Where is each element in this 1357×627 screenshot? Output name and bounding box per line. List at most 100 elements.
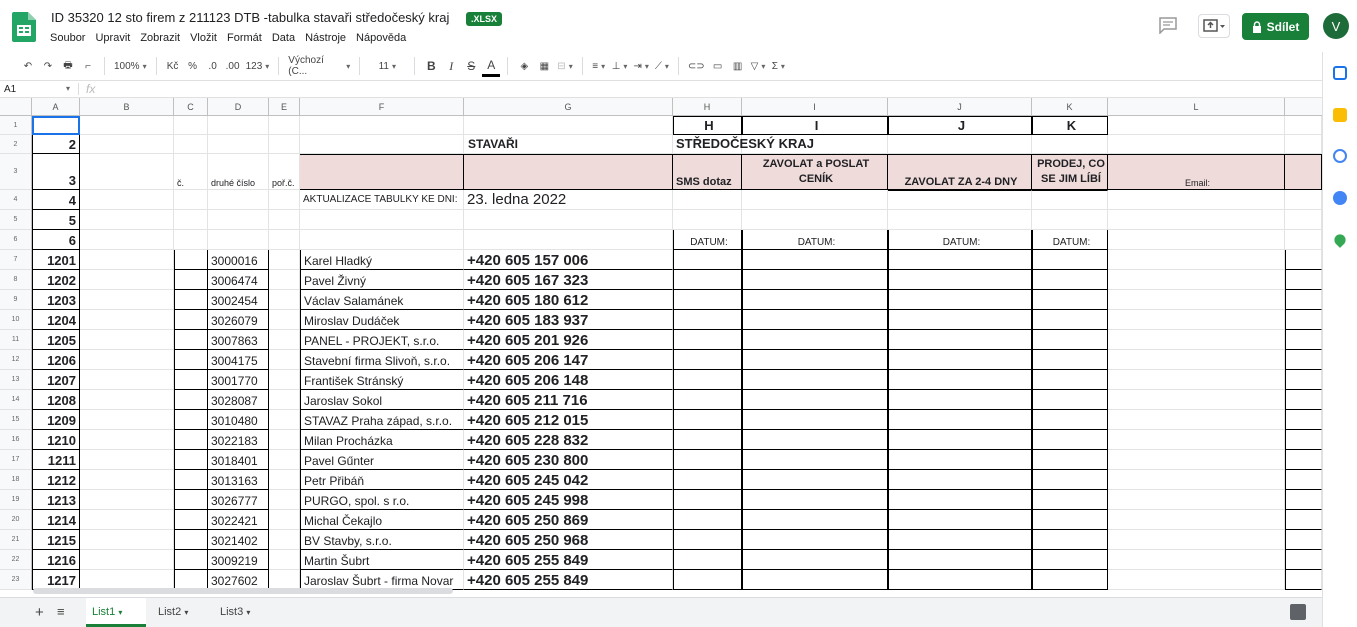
cell-f4[interactable]: AKTUALIZACE TABULKY KE DNI: (300, 190, 464, 210)
cell-b3[interactable] (80, 154, 174, 190)
cell-a11[interactable]: 1205 (32, 330, 80, 350)
cell-m2[interactable] (1285, 135, 1322, 154)
cell-h22[interactable] (673, 550, 742, 570)
cell-e10[interactable] (269, 310, 300, 330)
cell-h7[interactable] (673, 250, 742, 270)
cell-e4[interactable] (269, 190, 300, 210)
cell-c18[interactable] (174, 470, 208, 490)
cell-a23[interactable]: 1217 (32, 570, 80, 590)
menu-napoveda[interactable]: Nápověda (356, 32, 406, 44)
add-sheet-icon[interactable]: + (35, 604, 44, 621)
cell-d23[interactable]: 3027602 (208, 570, 269, 590)
cell-d4[interactable] (208, 190, 269, 210)
cell-j7[interactable] (888, 250, 1032, 270)
redo-icon[interactable]: ↷ (39, 55, 57, 77)
cell-f9[interactable]: Václav Salamánek (300, 290, 464, 310)
cell-a10[interactable]: 1204 (32, 310, 80, 330)
column-header-a[interactable]: A (32, 98, 80, 116)
strikethrough-icon[interactable]: S (462, 55, 480, 77)
cell-a9[interactable]: 1203 (32, 290, 80, 310)
cell-g23[interactable]: +420 605 255 849 (464, 570, 673, 590)
comments-icon[interactable] (1158, 16, 1178, 35)
cell-e14[interactable] (269, 390, 300, 410)
row-header[interactable]: 20 (0, 510, 32, 530)
merge-cells-icon[interactable]: ⊟ (555, 55, 574, 77)
row-header[interactable]: 1 (0, 116, 32, 135)
cell-a4[interactable]: 4 (32, 190, 80, 210)
explore-icon[interactable] (1290, 604, 1306, 620)
row-header[interactable]: 22 (0, 550, 32, 570)
cell-e9[interactable] (269, 290, 300, 310)
cell-a19[interactable]: 1213 (32, 490, 80, 510)
document-title[interactable]: ID 35320 12 sto firem z 211123 DTB -tabu… (51, 10, 449, 25)
cell-g10[interactable]: +420 605 183 937 (464, 310, 673, 330)
cell-m8[interactable] (1285, 270, 1322, 290)
cell-c14[interactable] (174, 390, 208, 410)
cell-c13[interactable] (174, 370, 208, 390)
cell-k6[interactable]: DATUM: (1032, 230, 1108, 250)
cell-i17[interactable] (742, 450, 888, 470)
font-size-select[interactable]: 11 (367, 55, 407, 77)
tab-list1[interactable]: List1 ▾ (86, 598, 146, 627)
cell-d20[interactable]: 3022421 (208, 510, 269, 530)
cell-d15[interactable]: 3010480 (208, 410, 269, 430)
cell-l10[interactable] (1108, 310, 1285, 330)
cell-b1[interactable] (80, 116, 174, 135)
cell-d18[interactable]: 3013163 (208, 470, 269, 490)
cell-h15[interactable] (673, 410, 742, 430)
cell-f10[interactable]: Miroslav Dudáček (300, 310, 464, 330)
menu-zobrazit[interactable]: Zobrazit (140, 32, 180, 44)
column-header-d[interactable]: D (208, 98, 269, 116)
cell-m3[interactable] (1285, 154, 1322, 190)
cell-j3[interactable]: ZAVOLAT ZA 2-4 DNY (888, 154, 1032, 190)
cell-e12[interactable] (269, 350, 300, 370)
row-header[interactable]: 14 (0, 390, 32, 410)
cell-f23[interactable]: Jaroslav Šubrt - firma Novar (300, 570, 464, 590)
bold-icon[interactable]: B (422, 55, 440, 77)
cell-b22[interactable] (80, 550, 174, 570)
cell-l5[interactable] (1108, 210, 1285, 230)
menu-nastroje[interactable]: Nástroje (305, 32, 346, 44)
formula-input[interactable] (108, 81, 1308, 97)
cell-i5[interactable] (742, 210, 888, 230)
cell-k19[interactable] (1032, 490, 1108, 510)
cell-j17[interactable] (888, 450, 1032, 470)
cell-k15[interactable] (1032, 410, 1108, 430)
row-header[interactable]: 2 (0, 135, 32, 154)
cell-f1[interactable] (300, 116, 464, 135)
cell-j4[interactable] (888, 190, 1032, 210)
cell-a16[interactable]: 1210 (32, 430, 80, 450)
cell-f16[interactable]: Milan Procházka (300, 430, 464, 450)
cell-h20[interactable] (673, 510, 742, 530)
cell-m9[interactable] (1285, 290, 1322, 310)
cell-g11[interactable]: +420 605 201 926 (464, 330, 673, 350)
cell-m10[interactable] (1285, 310, 1322, 330)
name-box-dropdown-icon[interactable]: ▾ (66, 84, 70, 93)
cell-b23[interactable] (80, 570, 174, 590)
cell-i12[interactable] (742, 350, 888, 370)
cell-i3[interactable]: ZAVOLAT a POSLAT CENÍK (742, 154, 888, 190)
cell-h13[interactable] (673, 370, 742, 390)
cell-c20[interactable] (174, 510, 208, 530)
font-family-select[interactable]: Výchozí (C... (286, 55, 352, 77)
cell-i10[interactable] (742, 310, 888, 330)
cell-g8[interactable]: +420 605 167 323 (464, 270, 673, 290)
cell-a6[interactable]: 6 (32, 230, 80, 250)
cell-c2[interactable] (174, 135, 208, 154)
cell-e18[interactable] (269, 470, 300, 490)
cell-m20[interactable] (1285, 510, 1322, 530)
print-icon[interactable]: 🖶 (59, 55, 77, 77)
cell-d1[interactable] (208, 116, 269, 135)
cell-f7[interactable]: Karel Hladký (300, 250, 464, 270)
cell-c16[interactable] (174, 430, 208, 450)
cell-k5[interactable] (1032, 210, 1108, 230)
cell-i1[interactable]: I (742, 116, 888, 135)
avatar[interactable]: V (1323, 13, 1349, 39)
cell-i22[interactable] (742, 550, 888, 570)
cell-c15[interactable] (174, 410, 208, 430)
cell-m5[interactable] (1285, 210, 1322, 230)
filter-icon[interactable]: ▽ (749, 55, 768, 77)
cell-a2[interactable]: 2 (32, 135, 80, 154)
row-header[interactable]: 15 (0, 410, 32, 430)
cell-k9[interactable] (1032, 290, 1108, 310)
